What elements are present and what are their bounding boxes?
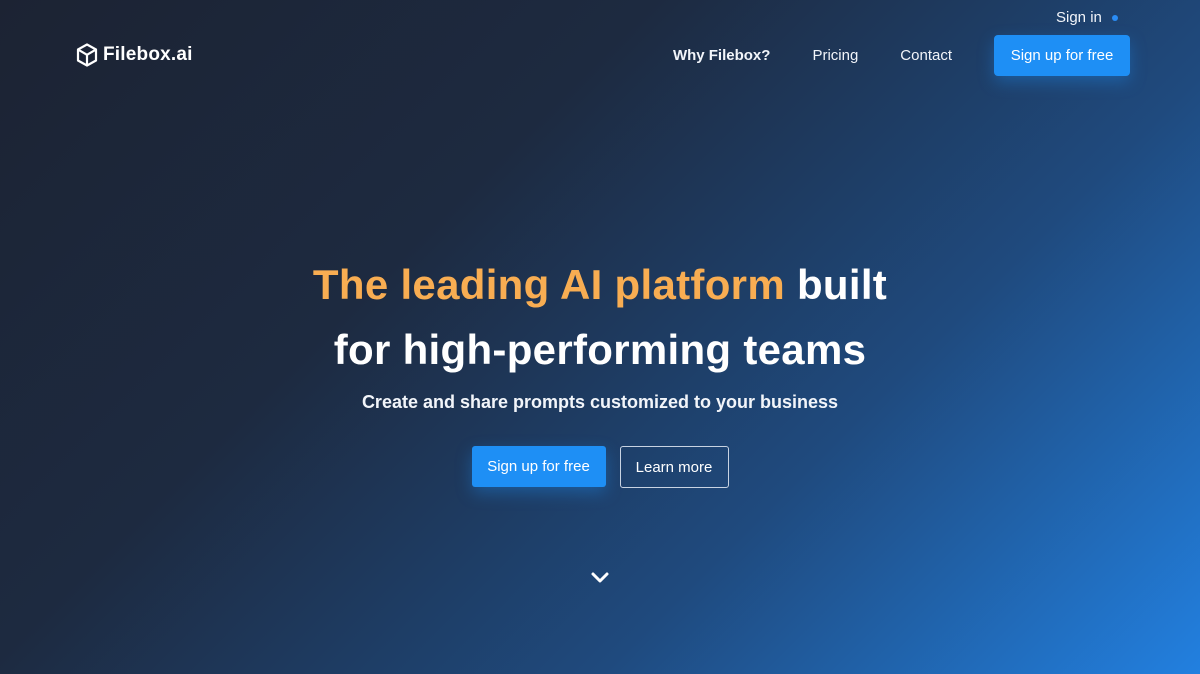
nav-sign-up-button[interactable]: Sign up for free <box>994 35 1130 76</box>
learn-more-button[interactable]: Learn more <box>619 446 729 488</box>
nav-contact[interactable]: Contact <box>900 47 952 64</box>
sign-in-link[interactable]: Sign in <box>1056 9 1118 26</box>
hero-headline: The leading AI platform built for high-p… <box>0 252 1200 382</box>
chevron-down-icon[interactable] <box>590 570 610 586</box>
landing-page: Sign in Filebox.ai Why Filebox? Pricing … <box>0 0 1200 674</box>
headline-line-2: for high-performing teams <box>333 326 867 373</box>
headline-rest: built <box>784 261 888 308</box>
nav-pricing[interactable]: Pricing <box>812 47 858 64</box>
main-nav: Why Filebox? Pricing Contact Sign up for… <box>673 35 1130 76</box>
hero-subheadline: Create and share prompts customized to y… <box>361 392 839 412</box>
logo-text: Filebox.ai <box>103 44 193 65</box>
hero-buttons: Sign up for free Learn more <box>0 446 1200 488</box>
nav-why-filebox[interactable]: Why Filebox? <box>673 47 771 64</box>
cube-icon <box>76 43 98 67</box>
hero-sign-up-button[interactable]: Sign up for free <box>471 446 606 487</box>
sign-in-label: Sign in <box>1056 9 1102 26</box>
headline-accent: The leading AI platform <box>312 261 785 308</box>
logo[interactable]: Filebox.ai <box>76 43 193 67</box>
dot-icon <box>1111 14 1118 21</box>
hero-section: The leading AI platform built for high-p… <box>0 252 1200 488</box>
